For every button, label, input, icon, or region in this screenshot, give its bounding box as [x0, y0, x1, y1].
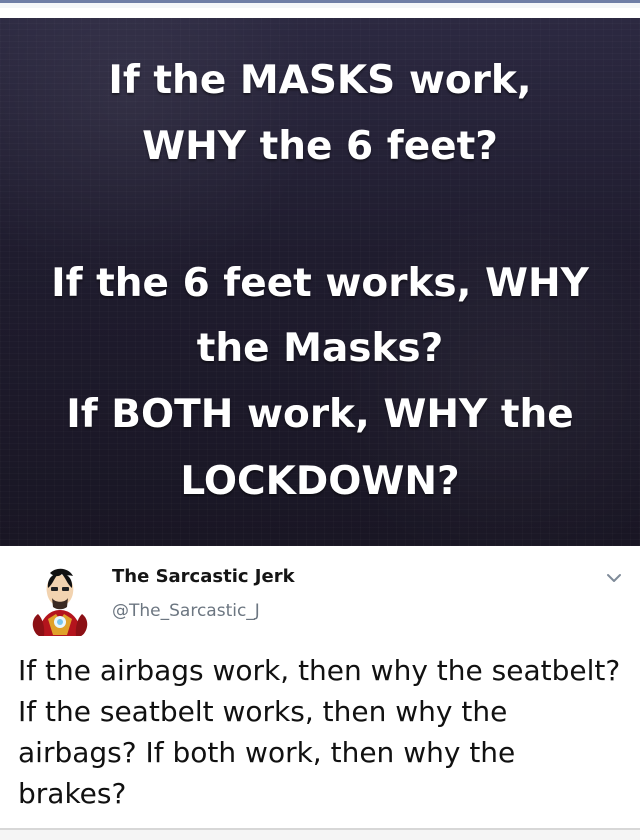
author-handle[interactable]: @The_Sarcastic_J	[112, 600, 260, 622]
chevron-down-icon[interactable]	[604, 568, 624, 588]
meme-line-3: If the 6 feet works, WHY	[51, 261, 589, 306]
author-name[interactable]: The Sarcastic Jerk	[112, 566, 295, 588]
meme-image: If the MASKS work, WHY the 6 feet? If th…	[0, 18, 640, 546]
meme-line-1: If the MASKS work,	[108, 58, 532, 103]
meme-line-2: WHY the 6 feet?	[142, 124, 498, 169]
top-strip	[0, 0, 640, 8]
avatar-icon[interactable]	[20, 562, 100, 642]
tweet-card: The Sarcastic Jerk @The_Sarcastic_J If t…	[0, 546, 640, 840]
meme-line-5: If BOTH work, WHY the	[66, 392, 574, 437]
tweet-body: If the airbags work, then why the seatbe…	[18, 654, 621, 810]
meme-line-6: LOCKDOWN?	[180, 459, 460, 504]
bottom-divider	[0, 828, 640, 840]
meme-line-4: the Masks?	[196, 326, 444, 371]
